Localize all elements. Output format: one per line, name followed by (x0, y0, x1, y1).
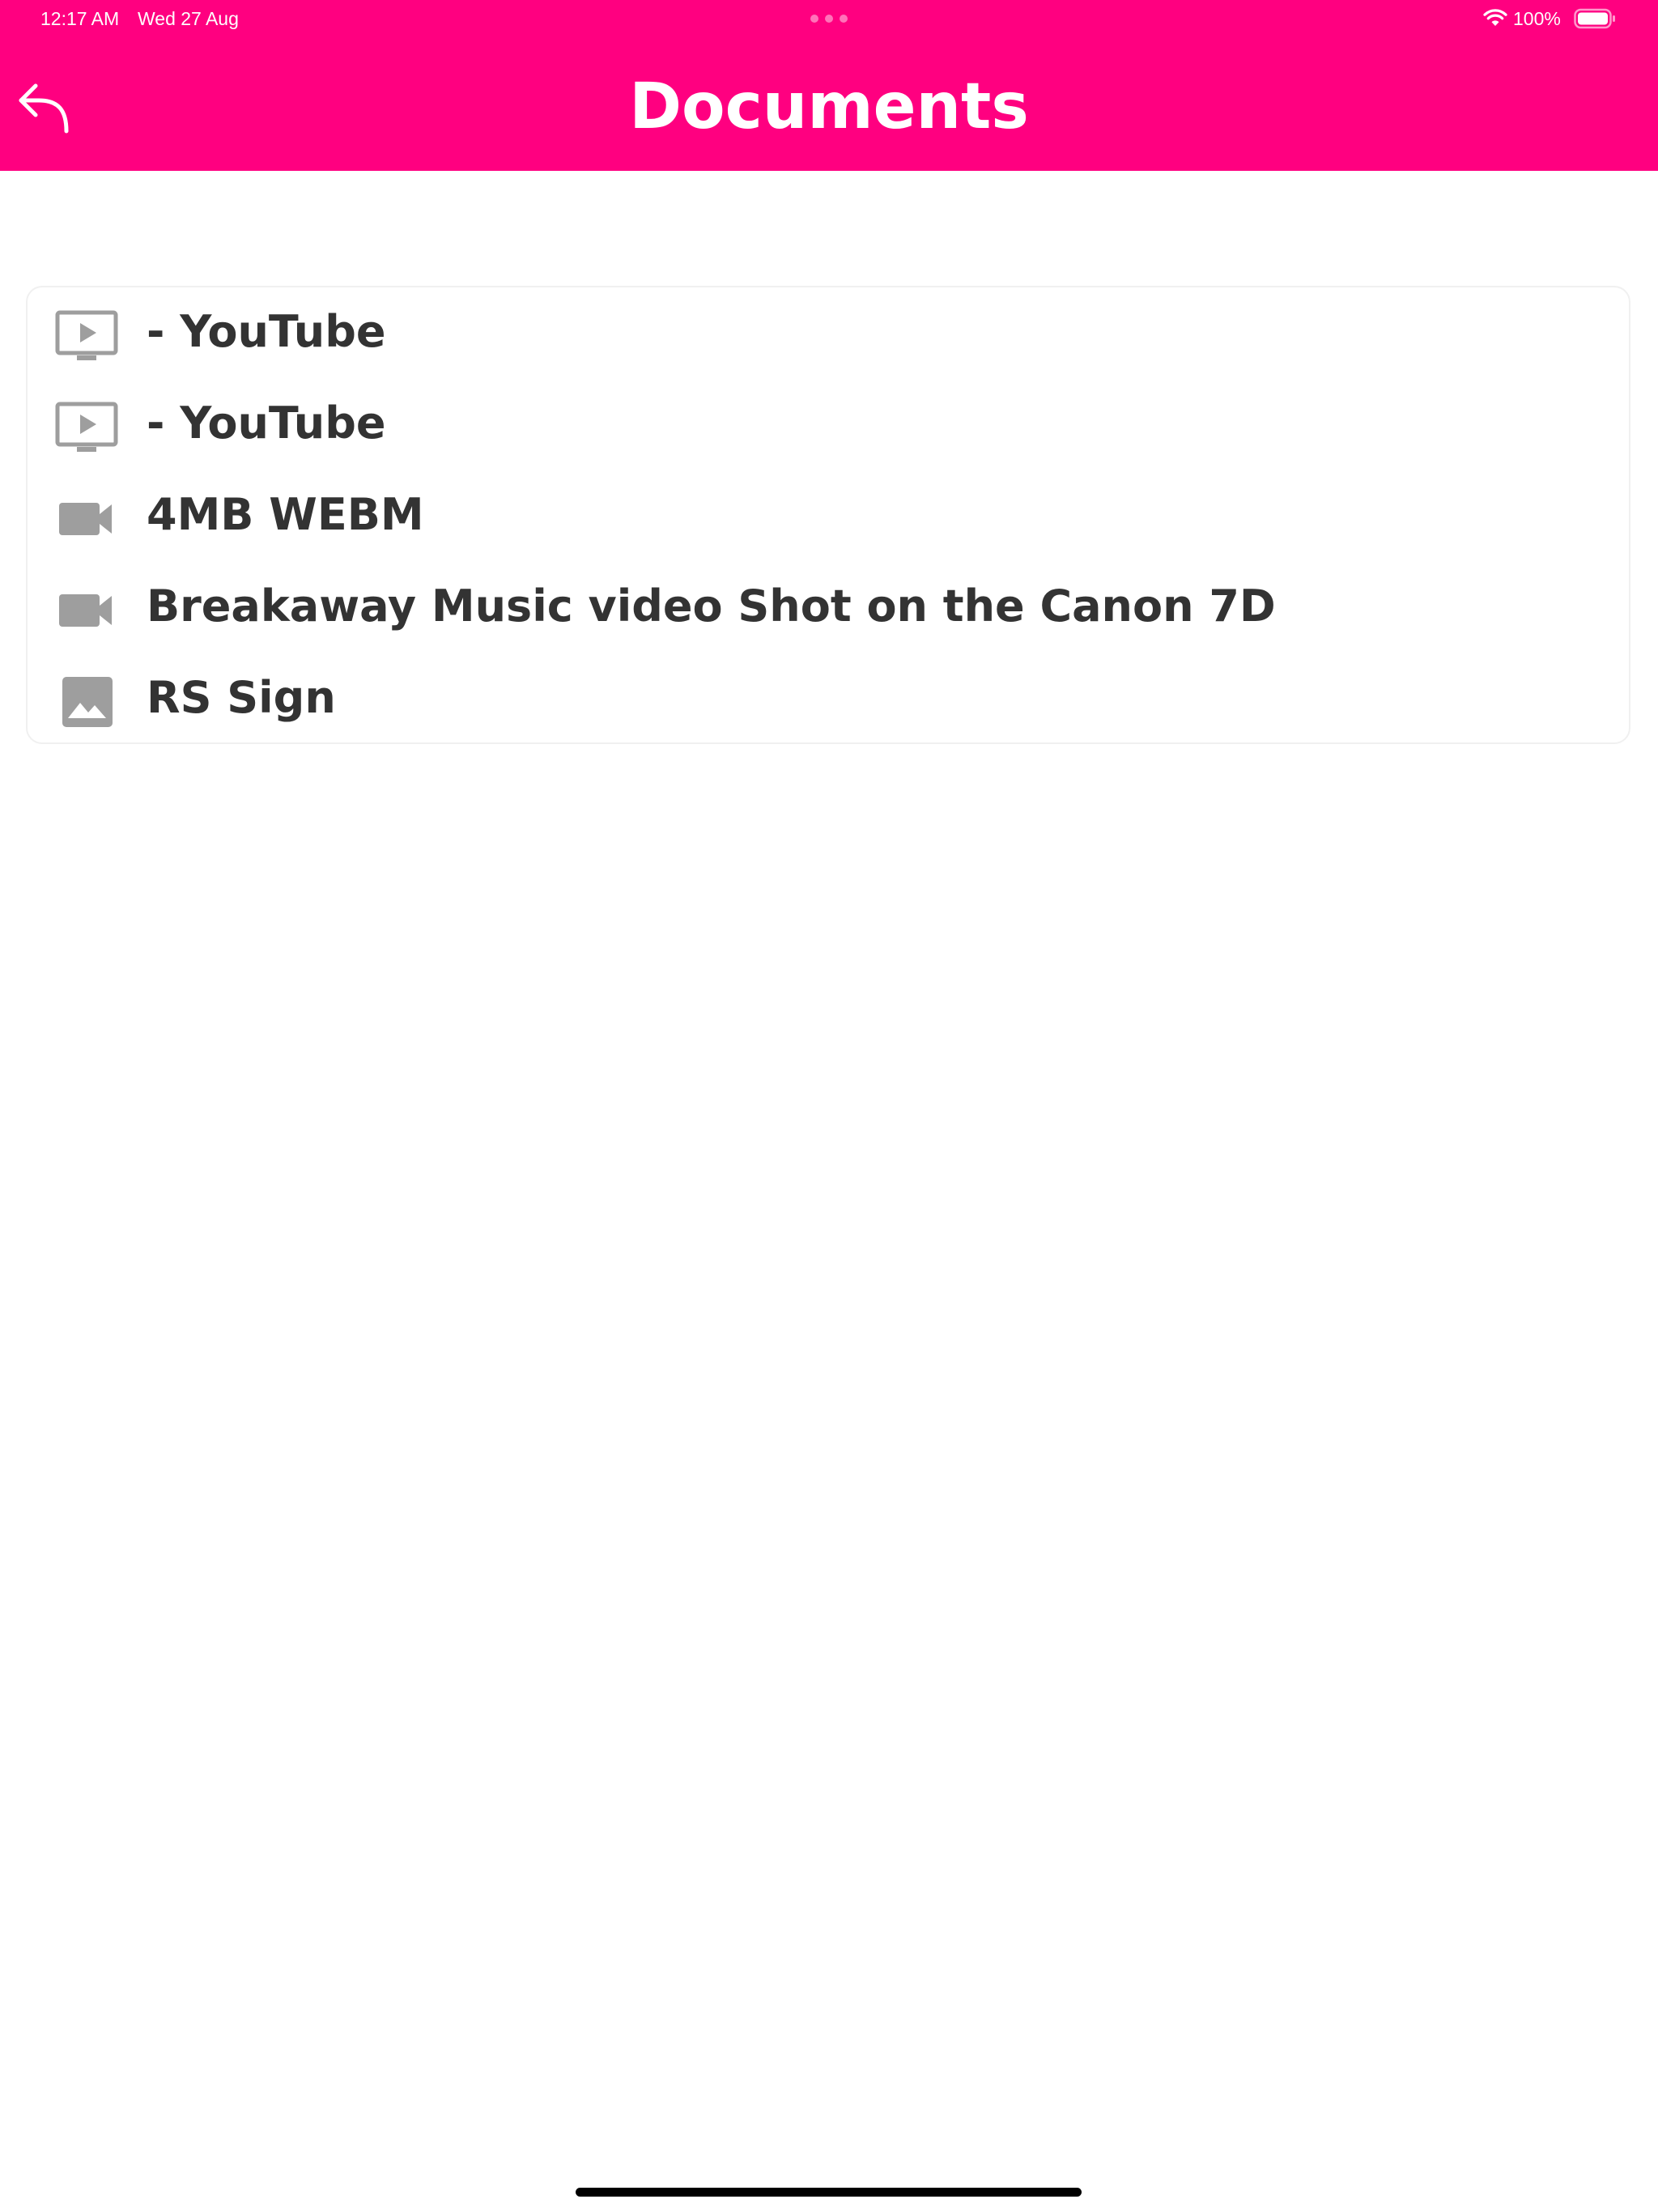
status-date: Wed 27 Aug (138, 8, 239, 29)
document-label: - YouTube (147, 306, 386, 357)
battery-percentage: 100% (1513, 8, 1561, 29)
battery-icon (1574, 8, 1615, 29)
document-item[interactable]: RS Sign (28, 653, 1629, 745)
tv-play-icon (55, 310, 118, 362)
document-label: 4MB WEBM (147, 489, 424, 540)
video-camera-icon (55, 585, 118, 636)
document-item[interactable]: 4MB WEBM (28, 470, 1629, 562)
app-header: 12:17 AM Wed 27 Aug 100% Documents (0, 0, 1658, 171)
wifi-icon (1483, 9, 1507, 26)
document-item[interactable]: Breakaway Music video Shot on the Canon … (28, 562, 1629, 653)
document-item[interactable]: - YouTube (28, 379, 1629, 470)
multitasking-dots-icon[interactable] (810, 15, 848, 23)
document-label: RS Sign (147, 672, 336, 723)
tv-play-icon (55, 402, 118, 453)
document-label: Breakaway Music video Shot on the Canon … (147, 581, 1276, 632)
page-title: Documents (629, 70, 1029, 143)
status-bar: 12:17 AM Wed 27 Aug 100% (0, 0, 1658, 37)
home-indicator[interactable] (576, 2188, 1082, 2197)
document-label: - YouTube (147, 398, 386, 449)
image-icon (55, 676, 118, 728)
video-camera-icon (55, 493, 118, 545)
document-item[interactable]: - YouTube (28, 287, 1629, 379)
documents-list: - YouTube - YouTube 4MB WEBM Breakaway M… (26, 286, 1630, 744)
status-time: 12:17 AM (40, 8, 120, 29)
